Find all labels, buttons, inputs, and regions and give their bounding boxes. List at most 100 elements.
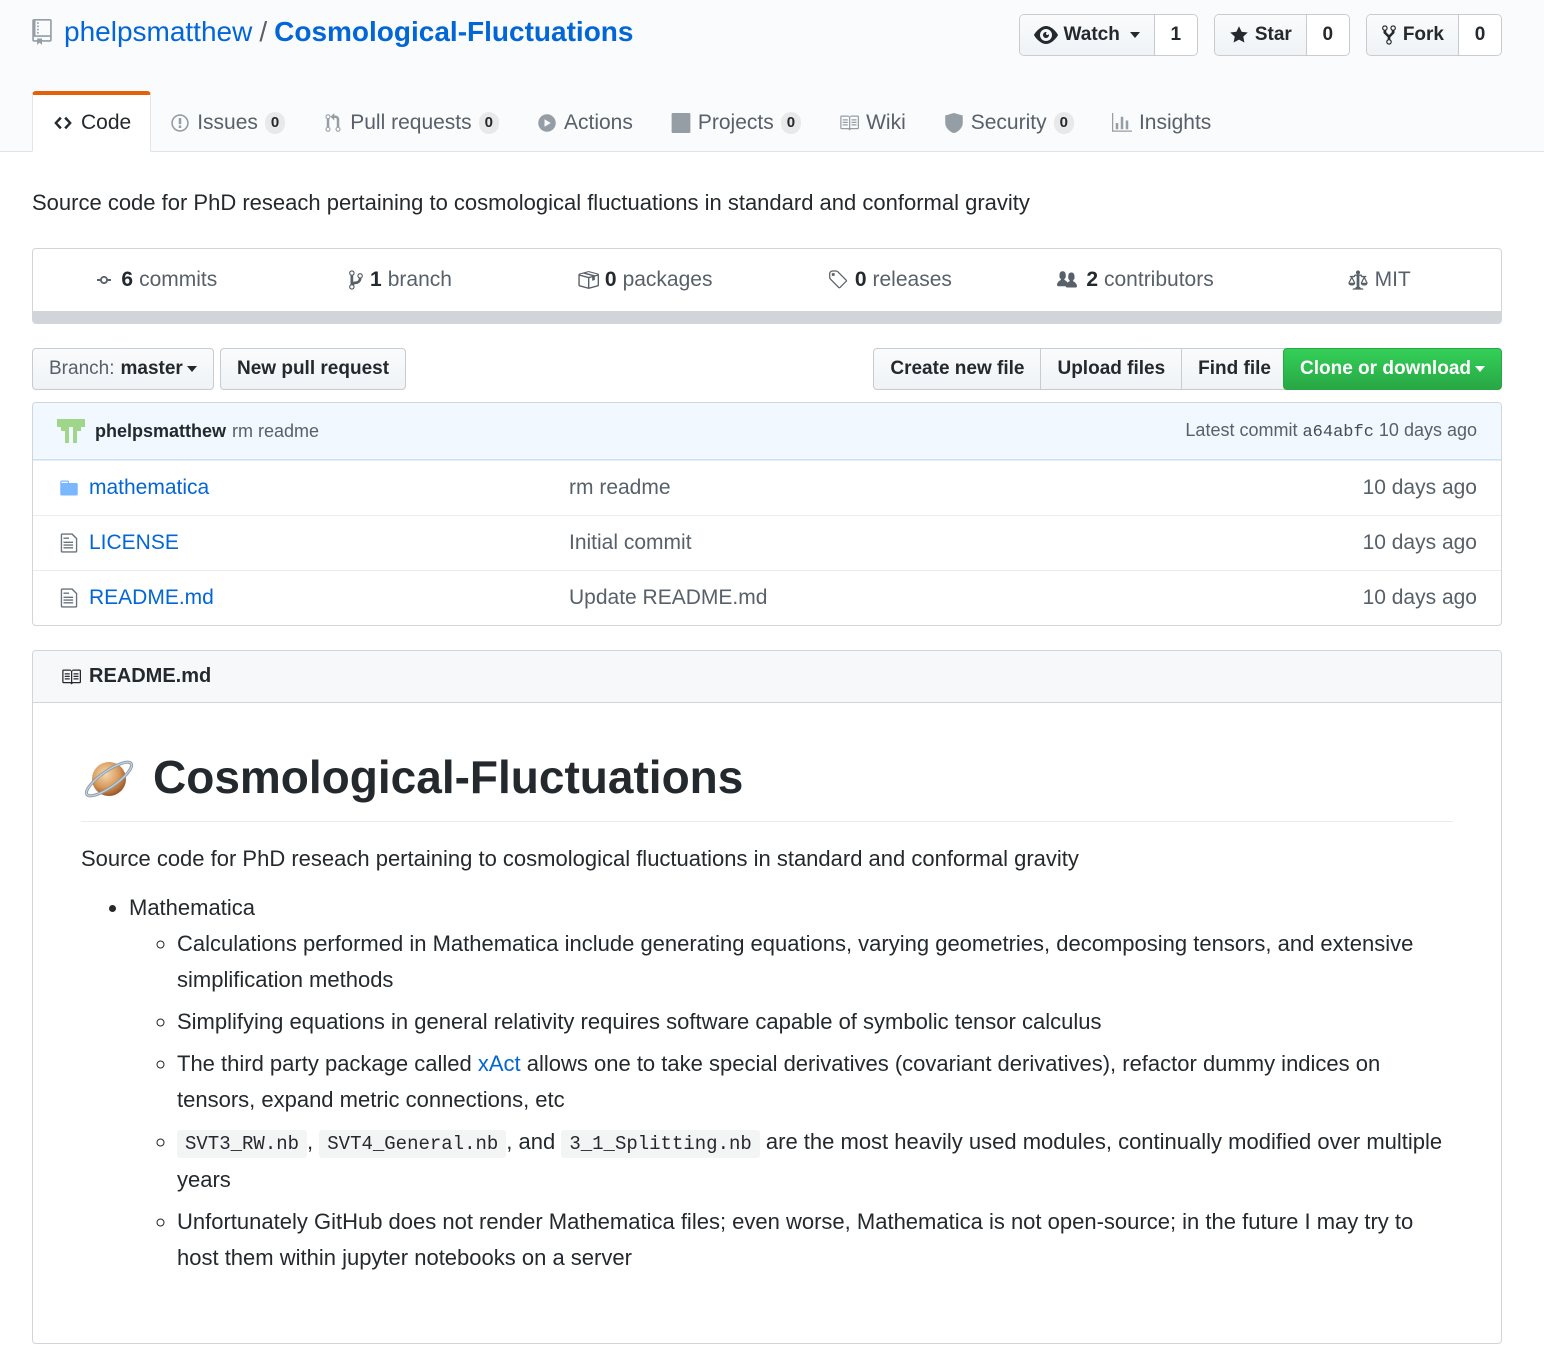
issues-counter: 0 bbox=[264, 112, 286, 134]
tab-security[interactable]: Security 0 bbox=[925, 94, 1093, 152]
license-label: MIT bbox=[1374, 268, 1411, 291]
license-link[interactable]: MIT bbox=[1256, 268, 1501, 292]
tab-actions[interactable]: Actions bbox=[518, 94, 652, 152]
tab-code-label: Code bbox=[81, 111, 132, 134]
contributors-link[interactable]: 2 contributors bbox=[1012, 268, 1257, 292]
releases-link[interactable]: 0 releases bbox=[767, 268, 1012, 292]
tab-wiki-label: Wiki bbox=[866, 111, 906, 134]
tab-insights-label: Insights bbox=[1138, 111, 1212, 134]
tab-projects-label: Projects bbox=[697, 111, 774, 134]
tab-security-label: Security bbox=[970, 111, 1047, 134]
branch-icon bbox=[349, 270, 363, 290]
nested-list: Calculations performed in Mathematica in… bbox=[129, 926, 1453, 1276]
tab-pull-requests-label: Pull requests bbox=[350, 111, 472, 134]
fork-group: Fork 0 bbox=[1365, 14, 1502, 56]
create-new-file-button[interactable]: Create new file bbox=[873, 348, 1042, 390]
readme-intro: Source code for PhD reseach pertaining t… bbox=[81, 846, 1079, 871]
chevron-down-icon bbox=[1475, 366, 1485, 372]
clone-label: Clone or download bbox=[1300, 358, 1471, 379]
releases-count: 0 bbox=[854, 268, 867, 291]
star-label: Star bbox=[1254, 24, 1292, 45]
commit-sha-link[interactable]: a64abfc bbox=[1302, 423, 1373, 442]
tab-wiki[interactable]: Wiki bbox=[820, 94, 925, 152]
file-commit-message[interactable]: Initial commit bbox=[569, 531, 1363, 555]
commits-link[interactable]: 6 commits bbox=[33, 268, 278, 292]
list-item-text: The third party package called bbox=[177, 1051, 478, 1076]
commits-count: 6 bbox=[121, 268, 134, 291]
tab-code[interactable]: Code bbox=[32, 91, 152, 152]
repo-header: phelpsmatthew / Cosmological-Fluctuation… bbox=[0, 0, 1544, 152]
list-item-text: , bbox=[307, 1129, 320, 1154]
watch-button[interactable]: Watch bbox=[1019, 15, 1155, 55]
file-name-link[interactable]: mathematica bbox=[89, 476, 569, 500]
contributors-count: 2 bbox=[1086, 268, 1098, 291]
pull-request-icon bbox=[325, 113, 341, 132]
repo-name-link[interactable]: Cosmological-Fluctuations bbox=[274, 16, 633, 48]
tab-projects[interactable]: Projects 0 bbox=[652, 94, 820, 152]
commit-author-link[interactable]: phelpsmatthew bbox=[95, 421, 226, 442]
fork-button[interactable]: Fork bbox=[1366, 15, 1459, 55]
chevron-down-icon bbox=[186, 366, 197, 372]
star-count[interactable]: 0 bbox=[1306, 15, 1349, 55]
projects-counter: 0 bbox=[780, 112, 802, 134]
repo-actions: Watch 1 Star 0 Fork 0 bbox=[1018, 14, 1502, 56]
chevron-down-icon bbox=[1129, 32, 1140, 38]
tab-actions-label: Actions bbox=[564, 111, 633, 134]
upload-files-button[interactable]: Upload files bbox=[1040, 348, 1183, 390]
pull-requests-counter: 0 bbox=[478, 112, 499, 134]
xact-link[interactable]: xAct bbox=[478, 1051, 521, 1076]
branch-select-button[interactable]: Branch: master bbox=[32, 348, 214, 390]
readme-header: README.md bbox=[33, 651, 1501, 703]
list-item: Unfortunately GitHub does not render Mat… bbox=[177, 1204, 1453, 1276]
star-group: Star 0 bbox=[1213, 14, 1350, 56]
star-button[interactable]: Star bbox=[1214, 15, 1307, 55]
repo-icon bbox=[32, 19, 52, 45]
law-icon bbox=[1347, 270, 1368, 290]
file-commit-message[interactable]: Update README.md bbox=[569, 586, 1363, 610]
security-counter: 0 bbox=[1053, 112, 1074, 134]
readme: README.md Cosmological-Fluctuations Sour… bbox=[32, 650, 1502, 1344]
new-pull-request-button[interactable]: New pull request bbox=[220, 348, 407, 390]
watch-count[interactable]: 1 bbox=[1154, 15, 1197, 55]
play-icon bbox=[538, 114, 556, 132]
file-row: mathematica rm readme 10 days ago bbox=[33, 460, 1501, 515]
code-icon bbox=[54, 116, 72, 130]
star-icon bbox=[1230, 26, 1248, 43]
tab-insights[interactable]: Insights bbox=[1093, 94, 1230, 152]
packages-label: packages bbox=[622, 268, 713, 291]
people-icon bbox=[1057, 271, 1078, 288]
file-commit-message[interactable]: rm readme bbox=[569, 476, 1363, 500]
tag-icon bbox=[828, 270, 847, 289]
list-item: SVT3_RW.nb, SVT4_General.nb, and 3_1_Spl… bbox=[177, 1124, 1453, 1198]
readme-title: Cosmological-Fluctuations bbox=[81, 749, 1453, 822]
project-icon bbox=[671, 113, 691, 133]
repo-title: phelpsmatthew / Cosmological-Fluctuation… bbox=[32, 16, 633, 48]
packages-link[interactable]: 0 packages bbox=[522, 268, 767, 292]
inline-code: SVT3_RW.nb bbox=[177, 1130, 308, 1158]
fork-icon bbox=[1381, 25, 1396, 45]
clone-or-download-button[interactable]: Clone or download bbox=[1283, 348, 1502, 390]
book-icon bbox=[62, 669, 81, 684]
find-file-button[interactable]: Find file bbox=[1181, 348, 1288, 390]
avatar[interactable] bbox=[57, 419, 85, 443]
eye-icon bbox=[1033, 26, 1058, 44]
contributors-label: contributors bbox=[1104, 268, 1214, 291]
tab-issues-label: Issues bbox=[197, 111, 258, 134]
tab-issues[interactable]: Issues 0 bbox=[151, 94, 304, 152]
file-name-link[interactable]: README.md bbox=[89, 586, 569, 610]
folder-icon bbox=[57, 478, 81, 498]
repo-owner-link[interactable]: phelpsmatthew bbox=[64, 16, 252, 48]
fork-count[interactable]: 0 bbox=[1459, 15, 1501, 55]
commit-icon bbox=[97, 276, 112, 284]
commit-message-link[interactable]: rm readme bbox=[232, 421, 319, 442]
readme-filename: README.md bbox=[89, 665, 212, 687]
packages-count: 0 bbox=[604, 268, 617, 291]
branches-label: branch bbox=[387, 268, 452, 291]
latest-commit-info: Latest commit a64abfc 10 days ago bbox=[1185, 420, 1477, 442]
branches-link[interactable]: 1 branch bbox=[278, 268, 523, 292]
latest-commit-prefix: Latest commit bbox=[1185, 420, 1298, 440]
tab-pull-requests[interactable]: Pull requests 0 bbox=[304, 94, 518, 152]
file-name-link[interactable]: LICENSE bbox=[89, 531, 569, 555]
issue-icon bbox=[171, 114, 189, 132]
package-icon bbox=[578, 271, 599, 289]
